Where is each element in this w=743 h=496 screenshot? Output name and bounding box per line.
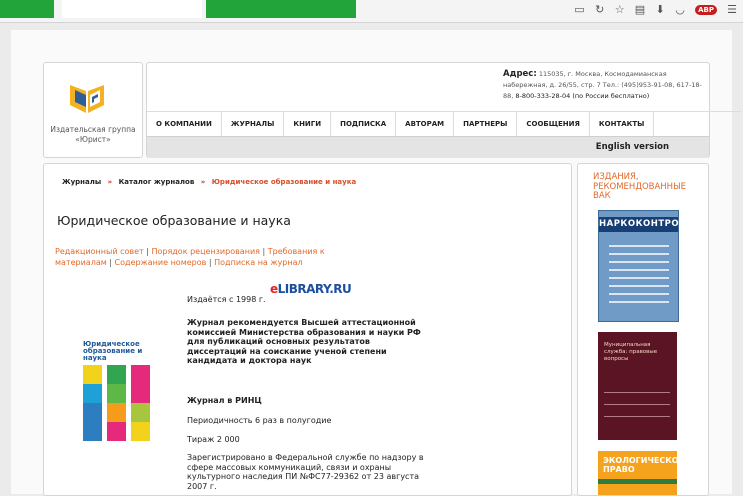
magazine-title: ЭКОЛОГИЧЕСКОЕ ПРАВО: [603, 456, 685, 474]
nav-item-journals[interactable]: ЖУРНАЛЫ: [222, 112, 285, 136]
magazine-cover-municipal[interactable]: Муниципальная служба: правовые вопросы: [598, 332, 677, 440]
cover-line: [604, 392, 670, 393]
cover-tile: [83, 403, 102, 422]
cover-tile: [131, 422, 150, 441]
clipboard-icon[interactable]: ▤: [635, 3, 645, 16]
star-icon[interactable]: ☆: [615, 3, 625, 16]
link-separator: |: [208, 258, 212, 267]
nav-item-contacts[interactable]: КОНТАКТЫ: [590, 112, 655, 136]
nav-item-partners[interactable]: ПАРТНЕРЫ: [454, 112, 518, 136]
publisher-logo-icon: [70, 85, 104, 113]
tab-strip-block[interactable]: [0, 0, 54, 18]
hotline-phone: 8-800-333-28-04 (по России бесплатно): [515, 92, 650, 100]
publisher-name: Издательская группа «Юрист»: [50, 125, 136, 144]
elibrary-text: LIBRARY.RU: [277, 282, 352, 296]
cover-tile: [131, 403, 150, 422]
breadcrumb-journals[interactable]: Журналы: [62, 178, 101, 186]
link-editorial-board[interactable]: Редакционный совет: [55, 247, 144, 256]
reader-icon[interactable]: ▭: [574, 3, 584, 16]
nav-item-company[interactable]: О КОМПАНИИ: [147, 112, 222, 136]
breadcrumb-separator: »: [200, 178, 206, 186]
reload-icon[interactable]: ↻: [595, 3, 605, 16]
address-label: Адрес:: [503, 69, 537, 79]
link-separator: |: [262, 247, 266, 256]
cover-tile: [83, 422, 102, 441]
breadcrumb: Журналы » Каталог журналов » Юридическое…: [62, 178, 356, 186]
contact-address: Адрес: 115035, г. Москва, Космодамианска…: [503, 69, 703, 102]
elibrary-e: e: [270, 282, 278, 296]
nav-item-subscription[interactable]: ПОДПИСКА: [331, 112, 397, 136]
cover-title: Юридическое образование и наука: [83, 340, 143, 362]
nav-item-authors[interactable]: АВТОРАМ: [396, 112, 455, 136]
publication-frequency: Периодичность 6 раз в полугодие: [187, 416, 332, 425]
page-title: Юридическое образование и наука: [57, 213, 291, 228]
magazine-cover-ecology[interactable]: ЭКОЛОГИЧЕСКОЕ ПРАВО: [598, 451, 684, 495]
link-issues-contents[interactable]: Содержание номеров: [115, 258, 207, 267]
journal-links: Редакционный совет | Порядок рецензирова…: [55, 246, 355, 268]
nav-item-books[interactable]: КНИГИ: [284, 112, 332, 136]
circulation: Тираж 2 000: [187, 435, 240, 444]
link-separator: |: [109, 258, 112, 267]
pocket-icon[interactable]: ◡: [675, 3, 685, 16]
magazine-title: Муниципальная служба: правовые вопросы: [604, 342, 658, 362]
main-content: Журналы » Каталог журналов » Юридическое…: [43, 163, 572, 496]
cover-tile: [83, 365, 102, 384]
site-header: Адрес: 115035, г. Москва, Космодамианска…: [146, 62, 742, 158]
cover-lines: [609, 245, 669, 309]
cover-tile: [131, 365, 150, 384]
link-subscribe[interactable]: Подписка на журнал: [214, 258, 303, 267]
cover-band: [598, 479, 677, 484]
toolbar-icons: ▭ ↻ ☆ ▤ ⬇ ◡ ABP ☰: [574, 3, 737, 16]
magazine-title: НАРКОКОНТРОЛЬ: [599, 217, 693, 232]
journal-cover[interactable]: Юридическое образование и наука: [79, 329, 157, 442]
vak-recommendation: Журнал рекомендуется Высшей аттестационн…: [187, 318, 421, 365]
link-separator: |: [146, 247, 149, 256]
tab-strip-block-active[interactable]: [206, 0, 356, 18]
cover-tile: [83, 384, 102, 403]
language-bar: English version: [147, 136, 709, 158]
breadcrumb-catalog[interactable]: Каталог журналов: [119, 178, 195, 186]
sidebar-title[interactable]: ИЗДАНИЯ, РЕКОМЕНДОВАННЫЕ ВАК: [593, 172, 703, 202]
magazine-cover-narkokontrol[interactable]: НАРКОКОНТРОЛЬ: [598, 210, 693, 322]
cover-header: Юридическое образование и наука: [79, 329, 157, 363]
tab-strip-gap: [62, 0, 202, 18]
cover-tile: [131, 384, 150, 403]
main-nav: О КОМПАНИИ ЖУРНАЛЫ КНИГИ ПОДПИСКА АВТОРА…: [147, 111, 742, 136]
cover-tile: [107, 403, 126, 422]
menu-icon[interactable]: ☰: [727, 3, 737, 16]
published-since: Издаётся с 1998 г.: [187, 295, 266, 304]
registration-note: Зарегистрировано в Федеральной службе по…: [187, 453, 424, 491]
cover-tile: [107, 384, 126, 403]
cover-tile: [107, 365, 126, 384]
cover-tile: [107, 422, 126, 441]
breadcrumb-separator: »: [107, 178, 113, 186]
browser-toolbar: ▭ ↻ ☆ ▤ ⬇ ◡ ABP ☰: [0, 0, 743, 23]
download-icon[interactable]: ⬇: [655, 3, 665, 16]
nav-item-news[interactable]: СООБЩЕНИЯ: [517, 112, 590, 136]
link-review-procedure[interactable]: Порядок рецензирования: [151, 247, 259, 256]
rinc-label: Журнал в РИНЦ: [187, 396, 262, 405]
cover-line: [604, 416, 670, 417]
cover-line: [604, 404, 670, 405]
breadcrumb-current: Юридическое образование и наука: [211, 178, 357, 186]
adblock-icon[interactable]: ABP: [695, 4, 717, 15]
sidebar-vak: ИЗДАНИЯ, РЕКОМЕНДОВАННЫЕ ВАК НАРКОКОНТРО…: [577, 163, 709, 496]
elibrary-logo[interactable]: eLIBRARY.RU: [270, 282, 352, 296]
english-version-link[interactable]: English version: [596, 137, 669, 158]
publisher-logo-box[interactable]: Издательская группа «Юрист»: [43, 62, 143, 158]
